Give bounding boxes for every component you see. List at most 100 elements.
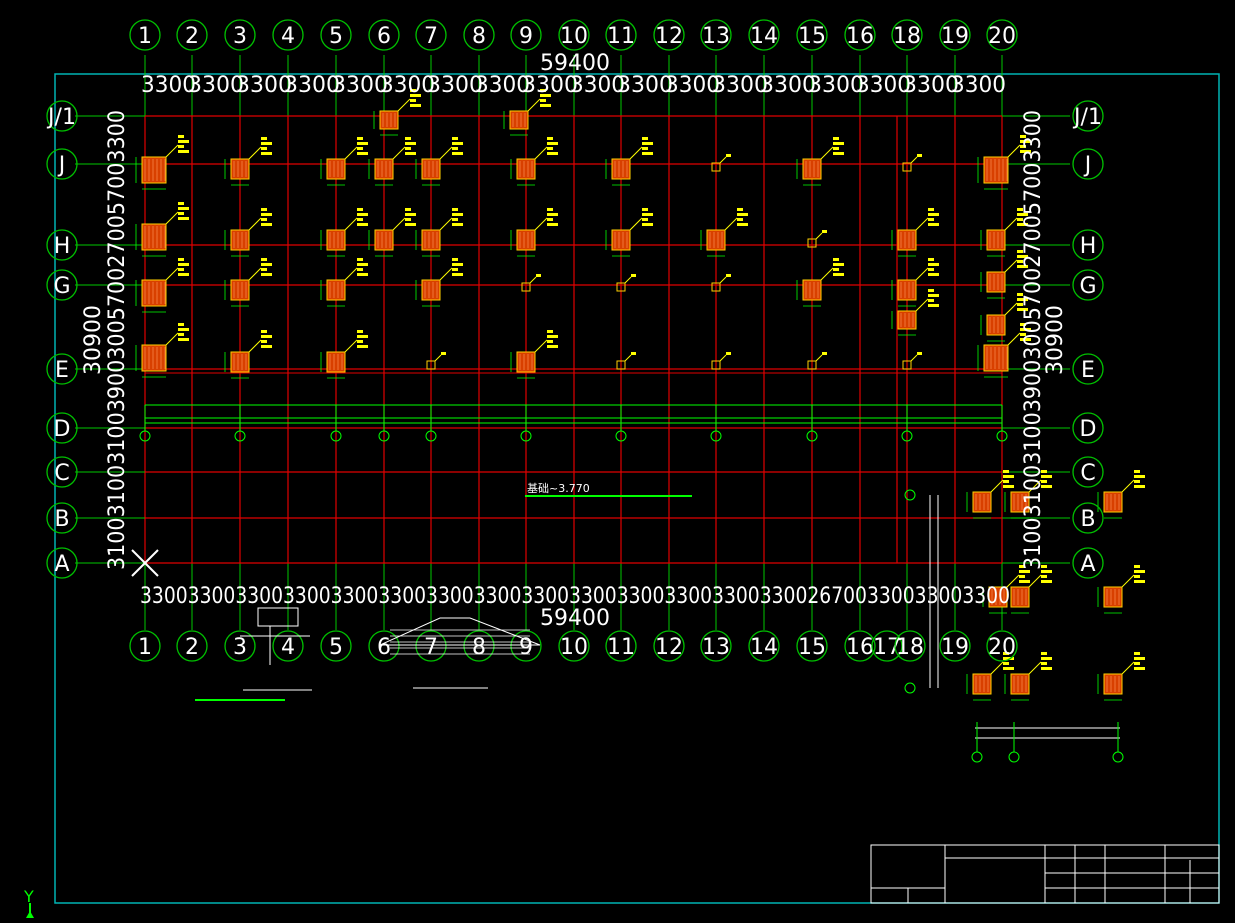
column bbox=[415, 137, 463, 186]
axis-bubble-label: 18 bbox=[893, 24, 921, 49]
annotation-mark bbox=[1134, 575, 1140, 578]
annotation-mark bbox=[357, 273, 368, 276]
axis-bubble-top: 14 bbox=[748, 19, 780, 51]
leader-line bbox=[248, 217, 262, 231]
detail-2-outline bbox=[379, 617, 541, 646]
cad-drawing-canvas[interactable]: 1 2 3 4 5 6 7 8 9 10 11 12 13 14 15 16 18 19 20 1234567891… bbox=[0, 0, 1235, 923]
axis-bubble-label: 8 bbox=[472, 635, 486, 660]
annotation-mark bbox=[928, 208, 934, 211]
axis-bubble-top: 8 bbox=[463, 19, 495, 51]
axis-bubble-label: E bbox=[1081, 358, 1095, 383]
annotation-mark bbox=[261, 208, 267, 211]
annotation-mark bbox=[178, 273, 189, 276]
annotation-mark bbox=[261, 147, 267, 150]
annotation-mark bbox=[261, 258, 267, 261]
annotation-mark bbox=[1003, 470, 1009, 473]
annotation-mark bbox=[405, 213, 416, 216]
column-section bbox=[141, 279, 167, 307]
annotation-mark bbox=[357, 263, 368, 266]
leader-line bbox=[344, 267, 358, 281]
axis-bubble-label: 2 bbox=[185, 24, 199, 49]
annotation-mark bbox=[261, 340, 267, 343]
leader-line bbox=[990, 661, 1004, 675]
column bbox=[135, 135, 189, 190]
annotation-mark bbox=[642, 223, 653, 226]
annotation-mark bbox=[547, 340, 553, 343]
axis-bubble-label: G bbox=[1079, 274, 1096, 299]
axis-bubble-label: J bbox=[57, 153, 66, 178]
column bbox=[135, 202, 189, 257]
column bbox=[510, 137, 558, 186]
annotation-mark bbox=[1041, 575, 1047, 578]
annotation-mark bbox=[357, 268, 363, 271]
section-details bbox=[195, 489, 1124, 763]
axis-bubble-label: 7 bbox=[424, 24, 438, 49]
leader-line bbox=[439, 146, 453, 160]
annotation-mark bbox=[1134, 480, 1140, 483]
axis-bubble-label: 6 bbox=[377, 24, 391, 49]
annotation-mark bbox=[357, 345, 368, 348]
ucs-y-axis-icon: Y bbox=[23, 887, 34, 918]
axis-bubble-label: 15 bbox=[798, 635, 826, 660]
leader-line bbox=[529, 276, 537, 284]
annotation-mark bbox=[642, 213, 653, 216]
axis-bubble-top: 15 bbox=[796, 19, 828, 51]
annotation-mark bbox=[261, 152, 272, 155]
annotation-mark bbox=[1041, 580, 1052, 583]
annotation-mark bbox=[833, 152, 844, 155]
annotation-mark bbox=[452, 137, 458, 140]
detail-axis-marker bbox=[1112, 751, 1124, 763]
axis-bubble-bottom: 8 bbox=[463, 630, 495, 662]
annotation-mark bbox=[547, 137, 553, 140]
annotation-mark bbox=[540, 99, 546, 102]
annotation-mark bbox=[178, 207, 189, 210]
annotation-mark bbox=[405, 152, 416, 155]
svg-text:Y: Y bbox=[23, 887, 34, 906]
leader-line bbox=[1004, 259, 1018, 273]
annotation-mark bbox=[452, 152, 463, 155]
axis-bubble-label: D bbox=[54, 417, 71, 442]
annotation-mark bbox=[737, 223, 748, 226]
axis-bubble-bottom: 2 bbox=[176, 630, 208, 662]
annotation-mark bbox=[357, 340, 363, 343]
annotation-mark bbox=[822, 230, 827, 233]
axis-bubble-right: A bbox=[1072, 547, 1104, 579]
axis-bubble-label: 6 bbox=[377, 635, 391, 660]
annotation-mark bbox=[1019, 580, 1030, 583]
annotation-mark bbox=[1134, 475, 1145, 478]
leader-line bbox=[1028, 661, 1042, 675]
axis-bubble-label: 16 bbox=[846, 24, 874, 49]
detail-axis-marker bbox=[904, 682, 916, 694]
column bbox=[415, 208, 463, 257]
column-section bbox=[983, 344, 1009, 372]
leader-line bbox=[915, 267, 929, 281]
leader-line bbox=[1121, 479, 1135, 493]
annotation-mark bbox=[547, 335, 558, 338]
annotation-mark bbox=[357, 330, 363, 333]
leader-line bbox=[910, 354, 918, 362]
annotation-mark bbox=[833, 273, 844, 276]
annotation-mark bbox=[357, 142, 368, 145]
bottom-spacing-dimensions: 3300330033003300330033003300330033003300… bbox=[140, 584, 1010, 609]
axis-bubble-right: D bbox=[1072, 412, 1104, 444]
annotation-mark bbox=[1019, 575, 1025, 578]
axis-bubble-label: J/1 bbox=[1072, 105, 1102, 130]
right-total-dimension: 30900 bbox=[1043, 305, 1068, 375]
annotation-mark bbox=[441, 352, 446, 355]
annotation-mark bbox=[261, 335, 272, 338]
column bbox=[224, 137, 272, 186]
axis-bubble-label: 18 bbox=[896, 635, 924, 660]
axis-bubble-label: 3 bbox=[233, 635, 247, 660]
axis-bubble-label: 13 bbox=[702, 24, 730, 49]
leader-line bbox=[534, 146, 548, 160]
detail-axis-marker bbox=[971, 751, 983, 763]
leader-line bbox=[915, 298, 929, 312]
column-section bbox=[141, 156, 167, 184]
axis-bubble-label: 16 bbox=[846, 635, 874, 660]
leader-line bbox=[534, 339, 548, 353]
leader-line bbox=[815, 354, 823, 362]
annotation-mark bbox=[737, 213, 748, 216]
annotation-mark bbox=[261, 137, 267, 140]
axis-bubble-label: 5 bbox=[329, 635, 343, 660]
annotation-mark bbox=[726, 274, 731, 277]
